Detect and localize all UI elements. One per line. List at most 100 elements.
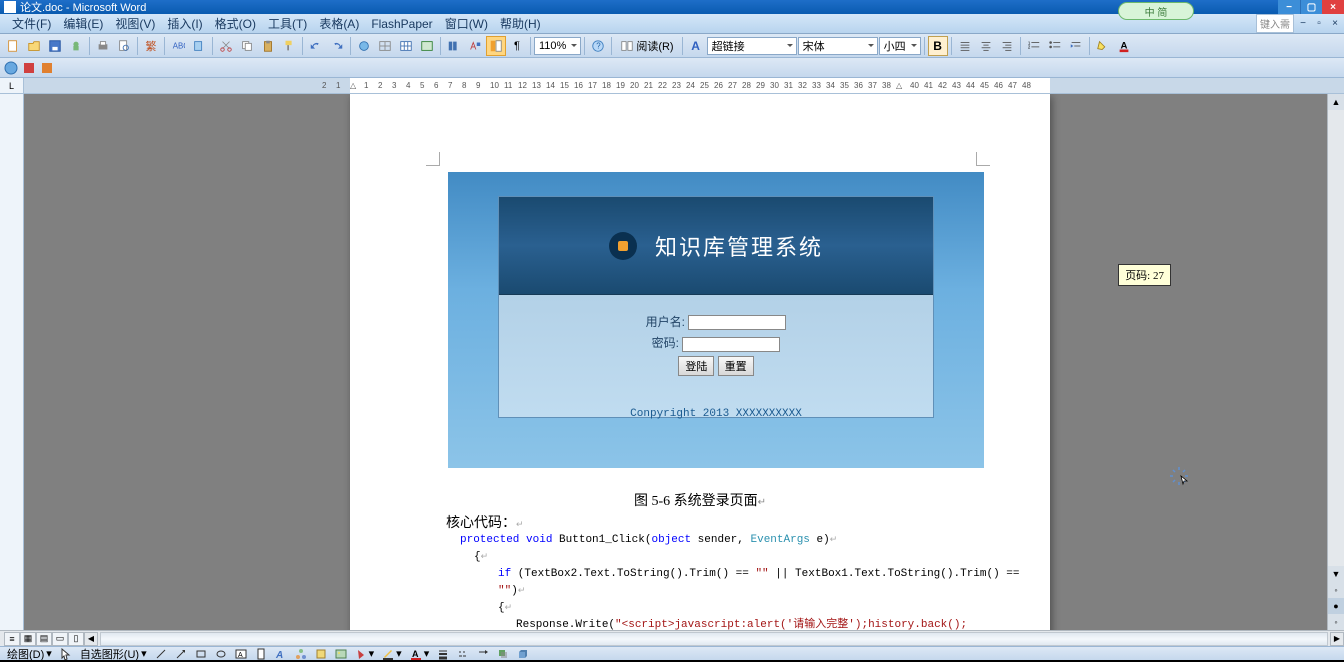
menu-table[interactable]: 表格(A) <box>313 13 365 34</box>
help-search[interactable]: 键入需 <box>1256 14 1294 33</box>
diagram-icon[interactable] <box>292 648 310 660</box>
tables-borders-icon[interactable] <box>375 36 395 56</box>
new-icon[interactable] <box>3 36 23 56</box>
fontcolor2-icon[interactable]: A▾ <box>407 647 433 660</box>
size-combo[interactable]: 小四 <box>879 37 921 55</box>
show-marks-icon[interactable]: ¶ <box>507 36 527 56</box>
browse-object-icon[interactable]: ● <box>1328 598 1344 614</box>
web-icon[interactable] <box>3 60 19 76</box>
highlight-icon[interactable] <box>1093 36 1113 56</box>
next-page-icon[interactable]: ◦ <box>1328 614 1344 630</box>
open-icon[interactable] <box>24 36 44 56</box>
hscroll-right-icon[interactable]: ▶ <box>1330 632 1344 646</box>
shadow-icon[interactable] <box>494 648 512 660</box>
print-icon[interactable] <box>93 36 113 56</box>
font-combo[interactable]: 宋体 <box>798 37 878 55</box>
spellcheck-icon[interactable]: ABC <box>168 36 188 56</box>
line-icon[interactable] <box>152 648 170 660</box>
copy-icon[interactable] <box>237 36 257 56</box>
ime-indicator[interactable]: 中 简 <box>1118 2 1194 20</box>
menu-help[interactable]: 帮助(H) <box>494 13 547 34</box>
menu-tools[interactable]: 工具(T) <box>262 13 313 34</box>
draw-menu[interactable]: 绘图(D) ▾ <box>4 646 55 662</box>
textbox-icon[interactable]: A <box>232 648 250 660</box>
document-area[interactable]: 知识库管理系统 用户名: 密码: 登陆 重置 <box>24 94 1327 630</box>
menu-format[interactable]: 格式(O) <box>209 13 262 34</box>
username-input[interactable] <box>688 315 786 330</box>
permission-icon[interactable] <box>66 36 86 56</box>
wordart-icon[interactable]: A <box>272 648 290 660</box>
help-icon[interactable]: ? <box>588 36 608 56</box>
login-button[interactable]: 登陆 <box>678 356 714 376</box>
linecolor-icon[interactable]: ▾ <box>379 647 405 660</box>
picture-icon[interactable] <box>332 648 350 660</box>
insert-table-icon[interactable] <box>396 36 416 56</box>
save-icon[interactable] <box>45 36 65 56</box>
arrowstyle-icon[interactable] <box>474 648 492 660</box>
red-box-icon[interactable] <box>21 60 37 76</box>
menu-file[interactable]: 文件(F) <box>6 13 57 34</box>
trad-simp-icon[interactable]: 繁 <box>141 36 161 56</box>
menu-edit[interactable]: 编辑(E) <box>57 13 109 34</box>
normal-view-icon[interactable]: ≡ <box>4 632 20 646</box>
orange-box-icon[interactable] <box>39 60 55 76</box>
print-view-icon[interactable]: ▤ <box>36 632 52 646</box>
numbering-icon[interactable]: 12 <box>1024 36 1044 56</box>
maximize-button[interactable]: ▢ <box>1300 0 1322 14</box>
preview-icon[interactable] <box>114 36 134 56</box>
format-a-icon[interactable]: A <box>686 36 706 56</box>
reset-button[interactable]: 重置 <box>718 356 754 376</box>
hyperlink-icon[interactable] <box>354 36 374 56</box>
web-view-icon[interactable]: ▦ <box>20 632 36 646</box>
menu-view[interactable]: 视图(V) <box>109 13 161 34</box>
clipart-icon[interactable] <box>312 648 330 660</box>
rectangle-icon[interactable] <box>192 648 210 660</box>
redo-icon[interactable] <box>327 36 347 56</box>
doc-restore[interactable]: ▫ <box>1312 17 1326 31</box>
password-input[interactable] <box>682 337 780 352</box>
undo-icon[interactable] <box>306 36 326 56</box>
reading-view-icon[interactable]: ▯ <box>68 632 84 646</box>
menu-flashpaper[interactable]: FlashPaper <box>365 15 438 33</box>
horizontal-scrollbar[interactable] <box>100 632 1328 646</box>
vtext-icon[interactable] <box>252 648 270 660</box>
document-map-icon[interactable] <box>486 36 506 56</box>
indent-icon[interactable] <box>1066 36 1086 56</box>
menu-insert[interactable]: 插入(I) <box>161 13 208 34</box>
outline-view-icon[interactable]: ▭ <box>52 632 68 646</box>
research-icon[interactable] <box>189 36 209 56</box>
drawing-toolbar-icon[interactable] <box>465 36 485 56</box>
lineweight-icon[interactable] <box>434 648 452 660</box>
cut-icon[interactable] <box>216 36 236 56</box>
insert-excel-icon[interactable] <box>417 36 437 56</box>
align-justify-icon[interactable] <box>955 36 975 56</box>
autoshapes-menu[interactable]: 自选图形(U) ▾ <box>77 646 150 662</box>
style-combo[interactable]: 超链接 <box>707 37 797 55</box>
prev-page-icon[interactable]: ◦ <box>1328 582 1344 598</box>
align-right-icon[interactable] <box>997 36 1017 56</box>
menu-window[interactable]: 窗口(W) <box>439 13 494 34</box>
select-objects-icon[interactable] <box>57 648 75 660</box>
hscroll-left-icon[interactable]: ◀ <box>84 632 98 646</box>
3d-icon[interactable] <box>514 648 532 660</box>
zoom-combo[interactable]: 110% <box>534 37 581 55</box>
oval-icon[interactable] <box>212 648 230 660</box>
doc-close[interactable]: × <box>1328 17 1342 31</box>
close-button[interactable]: × <box>1322 0 1344 14</box>
arrow-icon[interactable] <box>172 648 190 660</box>
bold-button[interactable]: B <box>928 36 948 56</box>
format-painter-icon[interactable] <box>279 36 299 56</box>
horizontal-ruler[interactable]: 21△1234567891011121314151617181920212223… <box>24 78 1344 93</box>
dashstyle-icon[interactable] <box>454 648 472 660</box>
read-mode-button[interactable]: 阅读(R) <box>615 36 678 56</box>
vertical-ruler[interactable] <box>0 94 24 630</box>
fillcolor-icon[interactable]: ▾ <box>352 647 378 660</box>
paste-icon[interactable] <box>258 36 278 56</box>
font-color-icon[interactable]: A <box>1114 36 1134 56</box>
scroll-up-icon[interactable]: ▲ <box>1328 94 1344 110</box>
columns-icon[interactable] <box>444 36 464 56</box>
align-center-icon[interactable] <box>976 36 996 56</box>
minimize-button[interactable]: − <box>1278 0 1300 14</box>
bullets-icon[interactable] <box>1045 36 1065 56</box>
doc-minimize[interactable]: − <box>1296 17 1310 31</box>
